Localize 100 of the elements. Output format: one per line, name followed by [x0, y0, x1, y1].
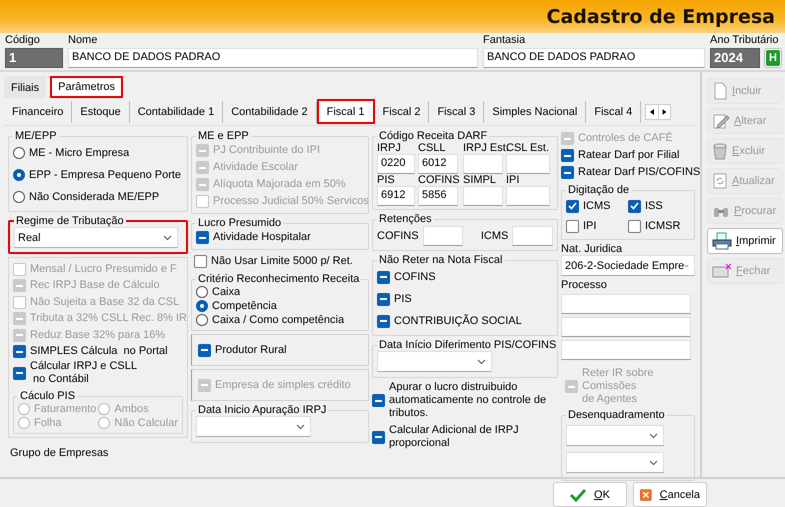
checkbox[interactable] [194, 255, 207, 268]
radio-button[interactable] [196, 314, 208, 326]
radio-label: Caixa / Como competência [212, 314, 344, 326]
chevron-icon [296, 424, 305, 430]
checkbox[interactable] [377, 314, 390, 328]
checkbox[interactable] [566, 200, 579, 212]
checkbox-label: COFINS [394, 270, 436, 284]
cancel-icon [640, 486, 652, 502]
dropdown[interactable]: Real [14, 227, 178, 248]
document-icon [712, 82, 728, 100]
dropdown[interactable] [566, 425, 664, 446]
radio-button[interactable] [13, 147, 25, 159]
dropdown[interactable]: 206-2-Sociedade Empre [561, 255, 695, 276]
input-field[interactable]: 5856 [418, 186, 458, 206]
field-label: Ano Tributário [710, 33, 780, 48]
checkbox[interactable] [13, 345, 26, 358]
checkbox-label: SIMPLES Cálcula no Portal [30, 345, 168, 358]
input-field[interactable] [561, 294, 691, 314]
tab[interactable]: Fiscal 4 [586, 100, 642, 122]
field-label: ICMS [480, 230, 508, 242]
checkbox[interactable] [372, 394, 385, 407]
tab[interactable]: Filiais [4, 76, 46, 98]
checkbox[interactable] [628, 220, 641, 232]
group-title: Código Receita DARF [378, 130, 488, 142]
checkbox[interactable] [566, 220, 579, 232]
checkbox[interactable] [561, 149, 574, 162]
checkbox-label: Processo Judicial 50% Servicos [213, 195, 369, 208]
input-field[interactable]: BANCO DE DADOS PADRAO [68, 48, 478, 68]
radio-label: EPP - Empresa Pequeno Porte [29, 168, 182, 182]
checkbox[interactable] [377, 292, 390, 306]
tab[interactable]: Fiscal 3 [429, 100, 484, 122]
checkbox[interactable] [198, 344, 211, 356]
checkbox-label: Mensal / Lucro Presumido e F [30, 262, 177, 276]
action-button[interactable]: Imprimir [707, 228, 783, 254]
tab[interactable]: Estoque [72, 100, 130, 122]
radio-button[interactable] [13, 169, 25, 181]
checkbox[interactable] [561, 166, 574, 179]
checkbox-label: Ratear Darf PIS/COFINS [578, 166, 700, 179]
chevron-icon [649, 432, 658, 438]
input-field[interactable] [561, 317, 691, 337]
checkbox-label: Atividade Hospitalar [213, 231, 311, 244]
input-field[interactable] [561, 340, 691, 360]
tab[interactable]: Simples Nacional [484, 100, 586, 122]
checkbox-label: IPI [583, 220, 596, 232]
input-field[interactable]: 6012 [418, 154, 458, 174]
input-field[interactable] [512, 226, 554, 246]
group-title: Retenções [378, 213, 433, 225]
tab[interactable]: Parâmetros [50, 76, 123, 98]
checkbox[interactable] [372, 430, 385, 444]
chevron-icon [477, 358, 486, 364]
help-button[interactable]: H [764, 48, 782, 68]
checkbox-label: Não Sujeita a Base 32 da CSL [30, 296, 180, 309]
group-title: Data Inicio Apuração IRPJ [197, 404, 328, 416]
field-label: Grupo de Empresas [10, 447, 110, 459]
field-label: Nome [68, 33, 98, 48]
chevron-icon [684, 262, 689, 268]
checkbox[interactable] [377, 270, 390, 284]
dropdown[interactable] [377, 351, 492, 372]
radio-button[interactable] [13, 191, 25, 203]
printer-icon [712, 232, 732, 250]
tab[interactable]: Fiscal 1 [316, 99, 375, 124]
radio-label: Ambos [114, 402, 149, 416]
input-field[interactable] [463, 154, 503, 174]
checkbox[interactable] [196, 231, 209, 244]
checkbox-label: PIS [394, 292, 412, 306]
checkbox-label: Ratear Darf por Filial [578, 149, 680, 162]
dropdown[interactable] [566, 452, 664, 473]
chevron-icon [649, 460, 658, 466]
tab[interactable]: Contabilidade 1 [130, 100, 224, 122]
radio-button[interactable] [196, 300, 208, 312]
radio-label: ME - Micro Empresa [29, 146, 130, 160]
chevron-icon [163, 234, 172, 240]
input-field[interactable]: 6912 [377, 186, 415, 206]
radio-button[interactable] [196, 286, 208, 298]
ok-button[interactable]: OK [553, 482, 627, 507]
tab[interactable]: Financeiro [4, 100, 72, 122]
input-field[interactable]: 0220 [377, 154, 415, 174]
group-title: Lucro Presumido [197, 217, 282, 229]
checkbox[interactable] [628, 200, 641, 212]
checkbox-label: Cálcular IRPJ e CSLL no Contábil [30, 360, 137, 386]
input-field[interactable] [506, 186, 550, 206]
group-title: Desenquadramento [567, 409, 666, 421]
field-label: IPI [506, 174, 520, 186]
input-field[interactable] [463, 186, 503, 206]
field-label: COFINS [418, 174, 461, 186]
input-field[interactable]: BANCO DE DADOS PADRAO [483, 48, 705, 68]
radio-label: Não Calcular [114, 416, 178, 430]
input-field[interactable] [506, 154, 550, 174]
checkbox[interactable] [13, 366, 26, 380]
field-label: CSL Est. [506, 142, 550, 154]
checkbox-label: Rec IRPJ Base de Cálculo [30, 279, 160, 292]
tab[interactable]: Fiscal 2 [374, 100, 430, 122]
input-field[interactable]: 2024 [710, 48, 760, 68]
checkbox-label: ICMS [583, 200, 610, 212]
dropdown[interactable] [196, 416, 311, 437]
input-field[interactable] [422, 226, 464, 246]
cancel-button[interactable]: Cancela [633, 482, 707, 507]
field-label: COFINS [377, 230, 419, 242]
input-field[interactable]: 1 [5, 48, 63, 68]
field-label: Nat. Juridica [561, 243, 624, 255]
